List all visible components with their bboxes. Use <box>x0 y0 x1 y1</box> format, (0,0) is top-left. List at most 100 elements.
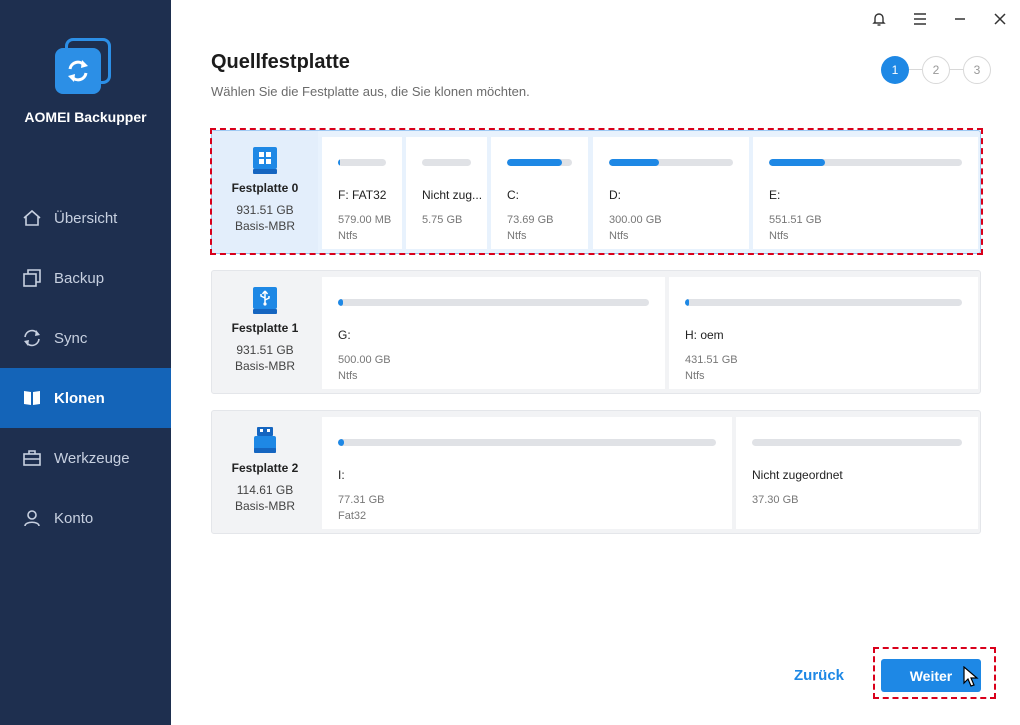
step-1: 1 <box>881 56 909 84</box>
disk-size: 931.51 GB <box>236 203 294 217</box>
partition-card[interactable]: Nicht zug... 5.75 GB <box>406 137 487 249</box>
usage-bar <box>338 439 716 446</box>
step-connector <box>909 69 922 70</box>
disk-name: Festplatte 2 <box>231 461 299 475</box>
usage-bar <box>769 159 962 166</box>
back-button[interactable]: Zurück <box>794 667 844 684</box>
usage-bar <box>609 159 733 166</box>
partition-card[interactable]: G: 500.00 GB Ntfs <box>322 277 665 389</box>
partition-card[interactable]: Nicht zugeordnet 37.30 GB <box>736 417 978 529</box>
partition-filesystem: Ntfs <box>507 230 527 242</box>
app-window: AOMEI Backupper Übersicht Backup Sync Kl… <box>0 0 1020 725</box>
partition-filesystem: Ntfs <box>338 230 358 242</box>
clone-icon <box>22 388 42 408</box>
disk-name: Festplatte 0 <box>231 181 299 195</box>
bell-icon[interactable] <box>868 8 890 30</box>
usage-bar <box>338 159 386 166</box>
menu-icon[interactable] <box>909 8 931 30</box>
partition-name: Nicht zug... <box>422 188 483 202</box>
disk-info: Festplatte 1 931.51 GB Basis-MBR <box>212 271 318 393</box>
partition-size: 73.69 GB <box>507 214 554 226</box>
usage-fill <box>338 439 344 446</box>
sidebar-item-sync[interactable]: Sync <box>0 308 171 368</box>
usage-fill <box>769 159 825 166</box>
usage-fill <box>685 299 690 306</box>
partition-name: I: <box>338 468 345 482</box>
partition-filesystem: Ntfs <box>685 370 705 382</box>
partition-name: G: <box>338 328 351 342</box>
disk-name: Festplatte 1 <box>231 321 299 335</box>
usage-fill <box>609 159 659 166</box>
partition-size: 551.51 GB <box>769 214 822 226</box>
step-2: 2 <box>922 56 950 84</box>
usb-disk-icon <box>251 285 279 315</box>
partition-filesystem: Ntfs <box>769 230 789 242</box>
partition-size: 77.31 GB <box>338 494 385 506</box>
sidebar-item-clone[interactable]: Klonen <box>0 368 171 428</box>
disk-type: Basis-MBR <box>234 359 295 373</box>
disk-type: Basis-MBR <box>234 499 295 513</box>
partition-card[interactable]: D: 300.00 GB Ntfs <box>593 137 749 249</box>
partition-name: D: <box>609 188 621 202</box>
usage-bar <box>507 159 572 166</box>
sidebar-nav: Übersicht Backup Sync Klonen Werkzeuge K… <box>0 188 171 548</box>
sidebar-item-label: Übersicht <box>54 209 118 227</box>
usage-fill <box>507 159 563 166</box>
partition-size: 37.30 GB <box>752 494 799 506</box>
usage-fill <box>338 299 343 306</box>
sidebar-item-account[interactable]: Konto <box>0 488 171 548</box>
partition-size: 500.00 GB <box>338 354 391 366</box>
disk-type: Basis-MBR <box>234 219 295 233</box>
sidebar-item-backup[interactable]: Backup <box>0 248 171 308</box>
sidebar-item-label: Sync <box>54 329 88 347</box>
disk-info: Festplatte 2 114.61 GB Basis-MBR <box>212 411 318 533</box>
home-icon <box>22 208 42 228</box>
page-title: Quellfestplatte <box>211 51 350 73</box>
backup-icon <box>22 268 42 288</box>
close-icon[interactable] <box>989 8 1011 30</box>
disk-size: 114.61 GB <box>236 483 294 497</box>
app-name: AOMEI Backupper <box>24 109 147 125</box>
disk-info: Festplatte 0 931.51 GB Basis-MBR <box>212 131 318 253</box>
user-icon <box>22 508 42 528</box>
sidebar-item-overview[interactable]: Übersicht <box>0 188 171 248</box>
partition-size: 579.00 MB <box>338 214 392 226</box>
partition-name: H: oem <box>685 328 724 342</box>
partition-card[interactable]: E: 551.51 GB Ntfs <box>753 137 978 249</box>
sidebar-item-label: Klonen <box>54 389 105 407</box>
usage-bar <box>422 159 471 166</box>
toolbox-icon <box>22 448 42 468</box>
mouse-cursor-icon <box>963 665 979 688</box>
disk-row-1[interactable]: Festplatte 1 931.51 GB Basis-MBR G: 500.… <box>211 270 981 394</box>
sidebar-item-label: Werkzeuge <box>54 449 130 467</box>
usage-fill <box>338 159 340 166</box>
partition-filesystem: Ntfs <box>609 230 629 242</box>
step-indicator: 1 2 3 <box>881 56 993 84</box>
minimize-icon[interactable] <box>949 8 971 30</box>
app-logo-icon <box>55 38 113 96</box>
partition-name: E: <box>769 188 781 202</box>
partition-size: 431.51 GB <box>685 354 738 366</box>
sidebar-item-label: Backup <box>54 269 105 287</box>
partition-card[interactable]: F: FAT32 579.00 MB Ntfs <box>322 137 402 249</box>
step-connector <box>950 69 963 70</box>
sidebar-item-label: Konto <box>54 509 94 527</box>
partition-filesystem: Ntfs <box>338 370 358 382</box>
usage-bar <box>685 299 962 306</box>
partition-filesystem: Fat32 <box>338 510 367 522</box>
partition-card[interactable]: I: 77.31 GB Fat32 <box>322 417 732 529</box>
partition-name: C: <box>507 188 519 202</box>
partition-size: 5.75 GB <box>422 214 463 226</box>
sidebar: AOMEI Backupper Übersicht Backup Sync Kl… <box>0 0 171 725</box>
page-subtitle: Wählen Sie die Festplatte aus, die Sie k… <box>211 84 530 99</box>
sidebar-item-tools[interactable]: Werkzeuge <box>0 428 171 488</box>
partition-card[interactable]: C: 73.69 GB Ntfs <box>491 137 588 249</box>
disk-row-0[interactable]: Festplatte 0 931.51 GB Basis-MBR F: FAT3… <box>211 130 981 254</box>
disk-size: 931.51 GB <box>236 343 294 357</box>
disk-row-2[interactable]: Festplatte 2 114.61 GB Basis-MBR I: 77.3… <box>211 410 981 534</box>
partition-size: 300.00 GB <box>609 214 662 226</box>
sync-icon <box>22 328 42 348</box>
windows-disk-icon <box>251 145 279 175</box>
usb-drive-icon <box>251 425 279 455</box>
partition-card[interactable]: H: oem 431.51 GB Ntfs <box>669 277 978 389</box>
